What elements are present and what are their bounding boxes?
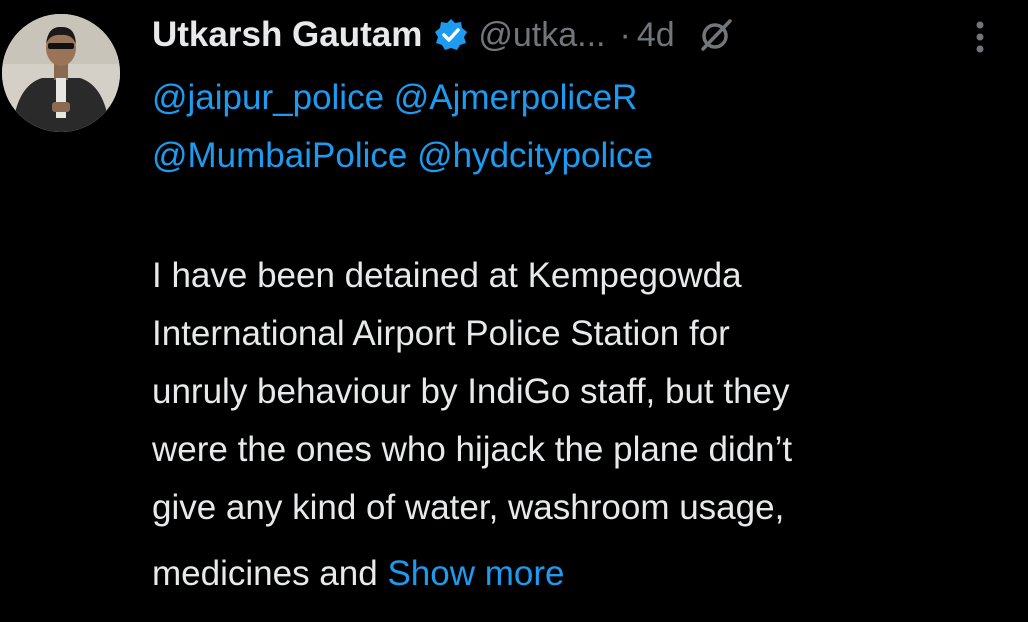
tweet-header: Utkarsh Gautam @utka... · 4d — [152, 10, 1012, 60]
avatar[interactable] — [2, 14, 120, 132]
tweet-body-line: unruly behaviour by IndiGo staff, but th… — [152, 372, 790, 411]
author-name[interactable]: Utkarsh Gautam — [152, 15, 422, 55]
verified-badge-icon — [434, 18, 468, 52]
show-more-link[interactable]: Show more — [387, 554, 564, 593]
tweet-body-line: were the ones who hijack the plane didn’… — [152, 430, 793, 469]
mention-jaipur-police[interactable]: @jaipur_police — [152, 78, 384, 117]
tweet-body-text: medicines and — [152, 554, 378, 593]
grok-icon[interactable] — [699, 18, 733, 52]
tweet-body-last-line: medicines and Show more — [152, 545, 564, 603]
header-separator: · — [619, 15, 631, 54]
mention-ajmer-police[interactable]: @AjmerpoliceR — [394, 78, 638, 117]
tweet-body-line: give any kind of water, washroom usage, — [152, 488, 785, 527]
more-vertical-icon[interactable] — [970, 14, 990, 60]
author-handle[interactable]: @utka... — [478, 16, 605, 55]
mention-hyd-city-police[interactable]: @hydcitypolice — [417, 136, 653, 175]
mentions-line-1: @jaipur_police @AjmerpoliceR — [152, 69, 637, 127]
tweet[interactable]: Utkarsh Gautam @utka... · 4d @jaipur_pol… — [0, 0, 1028, 622]
tweet-body-line: International Airport Police Station for — [152, 314, 730, 353]
timestamp[interactable]: 4d — [637, 16, 675, 55]
mentions-line-2: @MumbaiPolice @hydcitypolice — [152, 127, 653, 185]
mention-mumbai-police[interactable]: @MumbaiPolice — [152, 136, 407, 175]
tweet-body-line: I have been detained at Kempegowda — [152, 256, 742, 295]
